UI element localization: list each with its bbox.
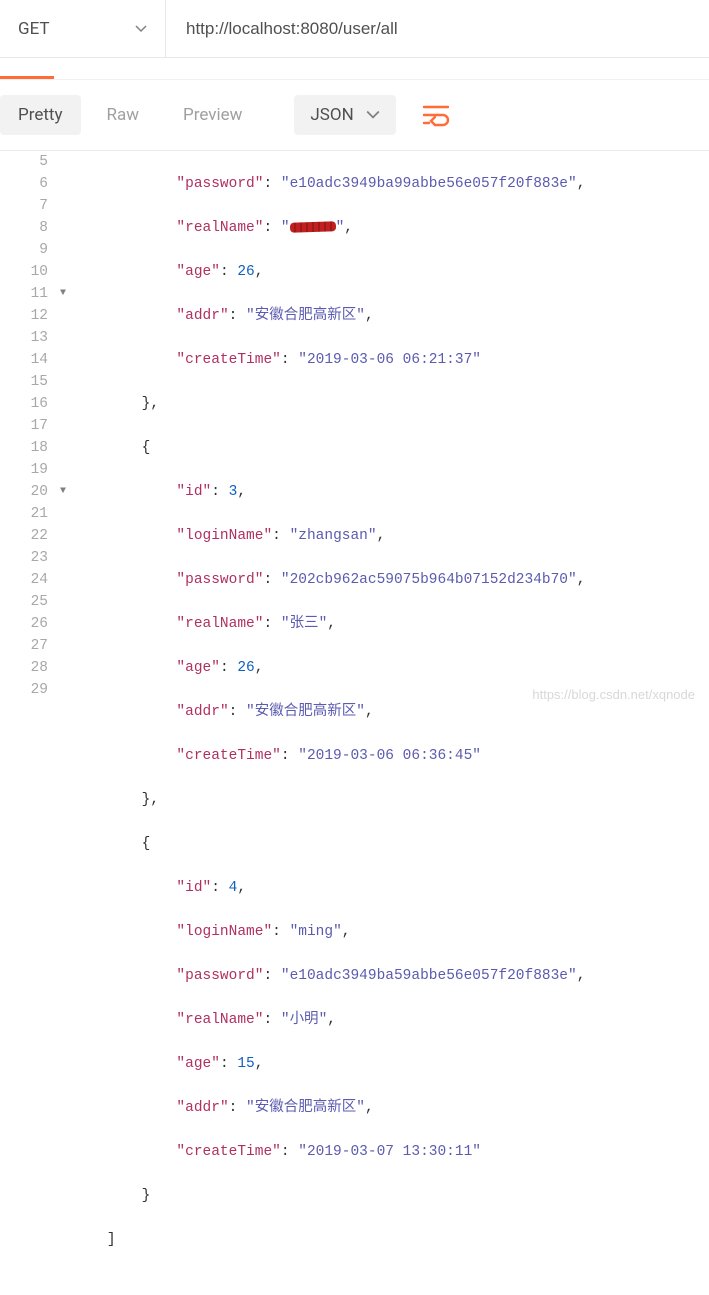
active-tab-indicator [0,58,709,80]
redacted-value [290,220,336,234]
line-number: 28 [0,657,72,679]
format-label: JSON [310,105,353,125]
line-number: 19 [0,459,72,481]
line-number: 23 [0,547,72,569]
line-number: 6 [0,173,72,195]
line-number: 8 [0,217,72,239]
line-number: 22 [0,525,72,547]
line-number: 25 [0,591,72,613]
watermark-text: https://blog.csdn.net/xqnode [532,687,695,702]
line-number: 17 [0,415,72,437]
tab-pretty[interactable]: Pretty [0,95,81,135]
line-number: 24 [0,569,72,591]
code-content: "password": "e10adc3949ba99abbe56e057f20… [72,151,709,1295]
response-body-viewer[interactable]: 5 6 7 8 9 10 11▼ 12 13 14 15 16 17 18 19… [0,151,709,1295]
response-view-tabs: Pretty Raw Preview JSON [0,80,709,151]
format-select[interactable]: JSON [294,95,395,135]
line-number: 21 [0,503,72,525]
line-number: 12 [0,305,72,327]
line-number: 20▼ [0,481,72,503]
line-number: 10 [0,261,72,283]
line-number: 26 [0,613,72,635]
request-bar: GET [0,0,709,58]
http-method-value: GET [18,19,50,39]
tab-raw[interactable]: Raw [89,95,158,135]
chevron-down-icon [366,108,380,122]
line-number-gutter: 5 6 7 8 9 10 11▼ 12 13 14 15 16 17 18 19… [0,151,72,1295]
fold-toggle-icon[interactable]: ▼ [60,283,66,305]
chevron-down-icon [135,23,147,35]
line-number: 16 [0,393,72,415]
url-input[interactable] [166,0,709,57]
line-number: 14 [0,349,72,371]
fold-toggle-icon[interactable]: ▼ [60,481,66,503]
http-method-select[interactable]: GET [0,0,166,57]
wrap-lines-button[interactable] [414,94,458,136]
line-number: 5 [0,151,72,173]
line-number: 27 [0,635,72,657]
line-number: 29 [0,679,72,701]
tab-preview[interactable]: Preview [165,95,260,135]
line-number: 9 [0,239,72,261]
wrap-icon [422,103,450,127]
line-number: 13 [0,327,72,349]
line-number: 7 [0,195,72,217]
line-number: 18 [0,437,72,459]
line-number: 15 [0,371,72,393]
line-number: 11▼ [0,283,72,305]
